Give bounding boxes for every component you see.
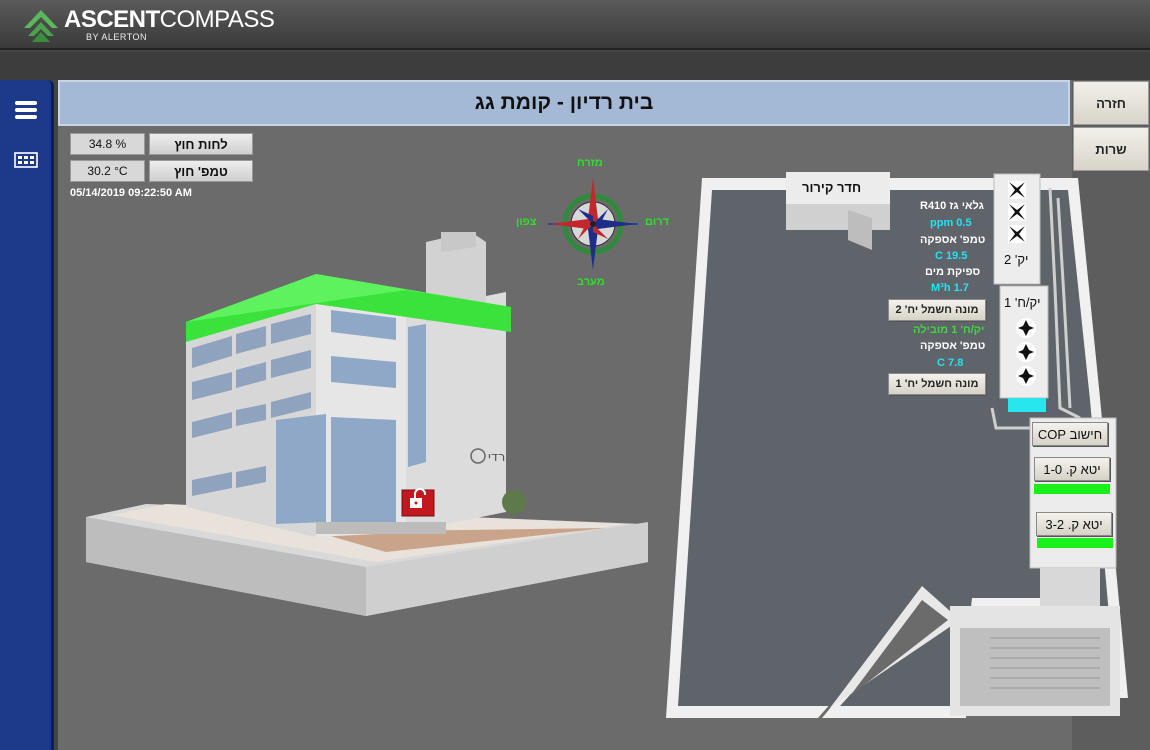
- back-button[interactable]: חזרה: [1073, 81, 1149, 125]
- sidebar: [0, 80, 54, 750]
- unlock-icon[interactable]: [401, 488, 435, 517]
- unit2-supply-temp-value: 19.5 C: [935, 250, 968, 262]
- unit2-power-meter-button[interactable]: מונה חשמל יח' 2: [888, 299, 986, 321]
- outlet-3-2-status-bar: [1037, 538, 1113, 548]
- unit1-power-meter-button[interactable]: מונה חשמל יח' 1: [888, 373, 986, 395]
- gas-detector-label: גלאי גז R410: [920, 200, 984, 212]
- building-illustration: רדי: [86, 232, 648, 616]
- unit1-supply-temp-label: טמפ' אספקה: [920, 340, 986, 352]
- outlet-3-2-button[interactable]: יטא ק. 3-2: [1036, 512, 1112, 536]
- gas-detector-value: 0.5 ppm: [930, 217, 972, 229]
- logo-text-bold: ASCENT: [64, 6, 160, 33]
- unit1-supply-temp-value: 7.8 C: [937, 357, 964, 369]
- outdoor-humidity-value: 34.8 %: [70, 133, 145, 155]
- outlet-1-0-button[interactable]: יטא ק. 1-0: [1034, 457, 1110, 481]
- menu-icon[interactable]: [13, 98, 39, 122]
- logo-mark-icon: [22, 8, 60, 44]
- unit2-supply-temp-label: טמפ' אספקה: [920, 234, 986, 246]
- outlet-1-0-status-bar: [1034, 484, 1110, 494]
- page-title: בית רדיון - קומת גג: [58, 80, 1070, 126]
- logo-text-light: COMPASS: [159, 6, 275, 33]
- cooling-room-label: חדר קירור: [802, 180, 862, 195]
- compass-label-left: צפון: [516, 216, 537, 228]
- outdoor-temp-label: טמפ' חוץ: [149, 160, 253, 182]
- services-button[interactable]: שרות: [1073, 127, 1149, 171]
- water-flow-value: 1.7 M³h: [931, 282, 969, 294]
- toolbar-strip: [0, 52, 1150, 80]
- logo-subtitle: BY ALERTON: [86, 32, 148, 42]
- datetime-readout: 05/14/2019 09:22:50 AM: [70, 187, 192, 199]
- top-bar: ASCENTCOMPASS BY ALERTON: [0, 0, 1150, 50]
- roof-floor-plan: [666, 172, 1128, 718]
- cop-calc-button[interactable]: חישוב COP: [1032, 422, 1108, 446]
- compass-label-top: מזרח: [577, 157, 603, 169]
- unit2-label: יק' 2: [1004, 252, 1029, 267]
- water-flow-label: ספיקת מים: [925, 266, 981, 278]
- outdoor-humidity-label: לחות חוץ: [149, 133, 253, 155]
- svg-text:רדי: רדי: [488, 450, 505, 465]
- unit1-lead-status: יק/ח' 1 מובילה: [913, 324, 985, 336]
- unit1-label: יק/ח' 1: [1004, 295, 1041, 310]
- grid-view-icon[interactable]: [13, 150, 39, 174]
- outdoor-temp-value: 30.2 °C: [70, 160, 145, 182]
- app-logo: ASCENTCOMPASS BY ALERTON: [22, 6, 275, 48]
